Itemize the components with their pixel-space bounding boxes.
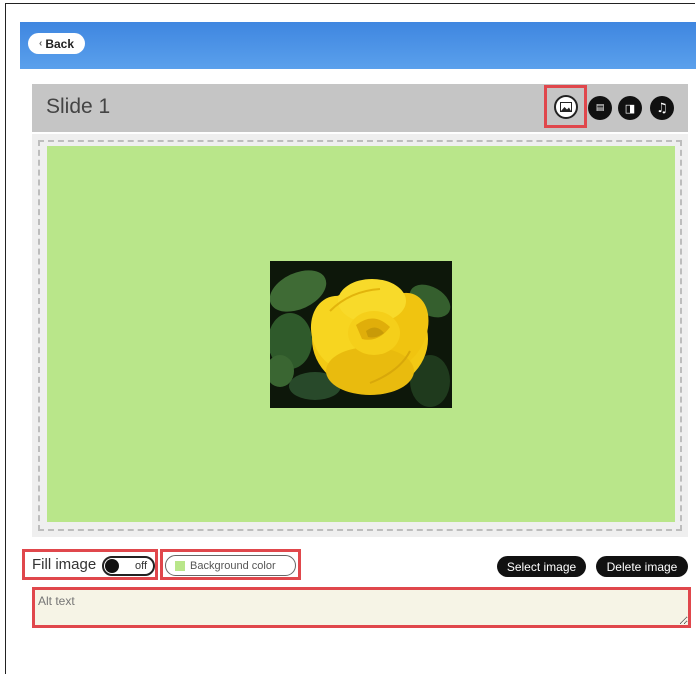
image-icon[interactable] [554, 95, 578, 119]
color-swatch [175, 560, 185, 571]
sticker-icon-glyph: ◨ [624, 101, 636, 115]
caption-icon-glyph: ▤ [595, 103, 605, 113]
sticker-icon[interactable]: ◨ [618, 96, 642, 120]
fill-image-toggle[interactable]: off [102, 556, 155, 576]
toggle-knob [105, 559, 119, 573]
rose-photo [270, 261, 452, 408]
image-icon-glyph [560, 102, 572, 112]
alt-text-input[interactable] [35, 590, 688, 625]
music-icon[interactable]: ♫ [650, 96, 674, 120]
slide-image[interactable] [270, 261, 452, 408]
slide-title: Slide 1 [46, 95, 111, 118]
delete-image-label: Delete image [606, 559, 678, 574]
select-image-label: Select image [506, 559, 577, 574]
fill-image-label: Fill image [32, 556, 97, 573]
chevron-left-icon: ‹ [38, 38, 43, 49]
background-color-label: Background color [190, 559, 276, 572]
back-button[interactable]: ‹ Back [28, 33, 85, 54]
background-color-button[interactable]: Background color [165, 555, 296, 576]
toggle-state-label: off [134, 560, 147, 572]
back-button-label: Back [45, 36, 75, 51]
top-bar [20, 22, 696, 69]
delete-image-button[interactable]: Delete image [596, 556, 688, 577]
select-image-button[interactable]: Select image [497, 556, 586, 577]
caption-icon[interactable]: ▤ [588, 96, 612, 120]
music-icon-glyph: ♫ [656, 100, 668, 116]
